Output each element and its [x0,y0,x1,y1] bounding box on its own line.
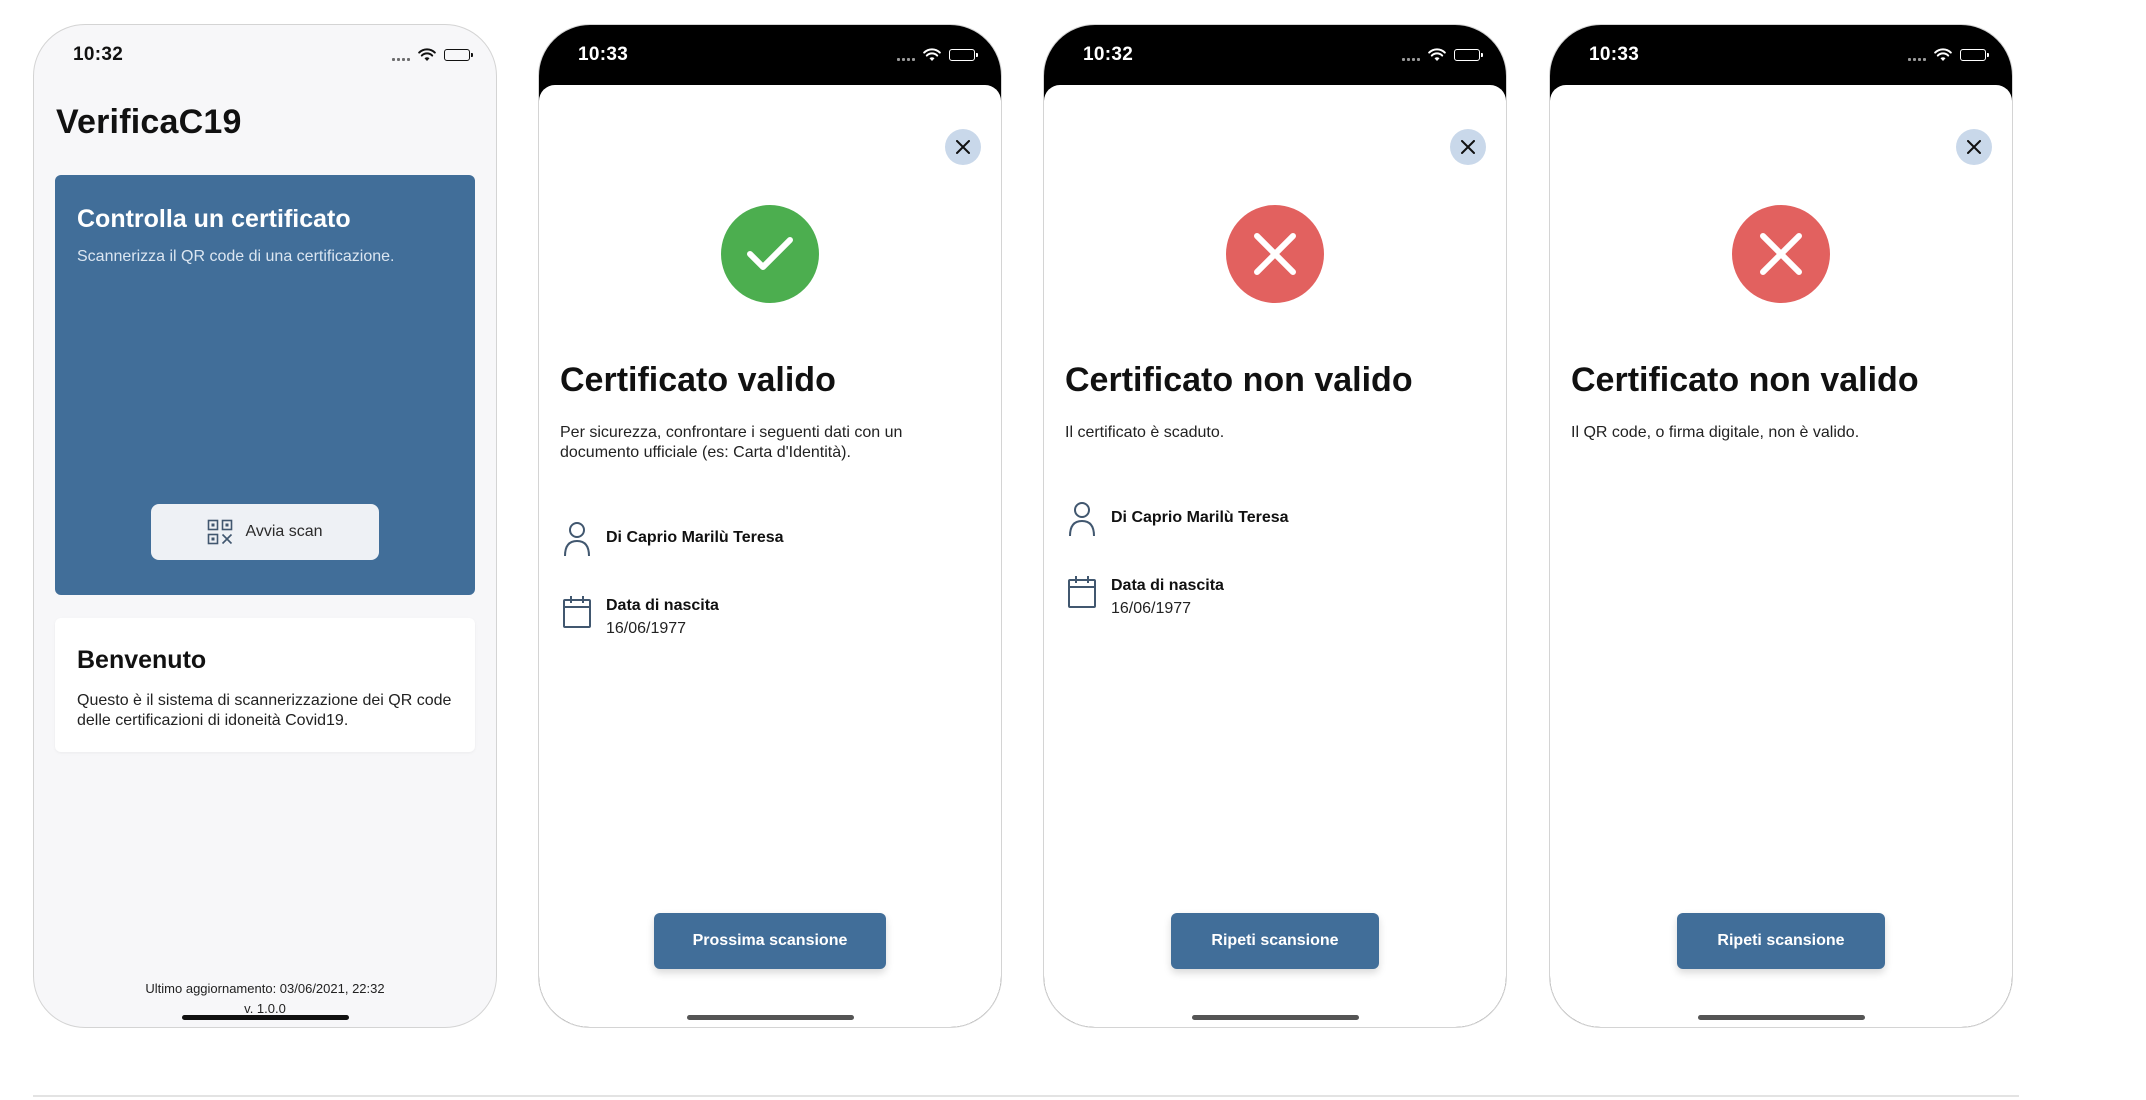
result-description: Il certificato è scaduto. [1065,424,1225,441]
scan-certificate-card: Controlla un certificato Scannerizza il … [55,175,475,595]
welcome-text: Questo è il sistema di scannerizzazione … [77,692,452,729]
qr-code-icon [208,519,233,545]
result-sheet: Certificato valido Per sicurezza, confro… [539,85,1001,1027]
battery-icon [949,49,978,61]
cross-icon [1254,233,1296,275]
status-icons [897,48,978,62]
result-description: Il QR code, o firma digitale, non è vali… [1571,424,1860,441]
status-time: 10:33 [578,44,629,65]
birth-date-label: Data di nascita [606,597,719,614]
status-bar: 10:32 [34,25,496,85]
status-icons [1402,48,1483,62]
next-scan-button[interactable]: Prossima scansione [654,913,886,969]
home-indicator[interactable] [182,1015,349,1020]
home-indicator[interactable] [1192,1015,1359,1020]
home-indicator[interactable] [1698,1015,1865,1020]
version-text: v. 1.0.0 [244,1001,286,1016]
status-bar: 10:33 [1550,25,2012,85]
invalid-status-badge [1226,205,1324,303]
close-icon [1461,140,1475,154]
status-time: 10:33 [1589,44,1640,65]
valid-status-badge [721,205,819,303]
result-sheet: Certificato non valido Il QR code, o fir… [1550,85,2012,1027]
wifi-icon [1428,48,1446,61]
last-update-text: Ultimo aggiornamento: 03/06/2021, 22:32 [145,981,385,996]
birth-date-row: Data di nascita 16/06/1977 [1065,575,1224,621]
invalid-signature-screen: 10:33 Certificato non valido Il QR code,… [1549,24,2013,1028]
status-icons [392,48,473,62]
battery-icon [444,49,473,61]
home-screen: 10:32 VerificaC19 Controlla un certifica… [33,24,497,1028]
holder-name-row: Di Caprio Marilù Teresa [560,521,784,557]
signal-icon [1908,49,1926,61]
signal-icon [1402,49,1420,61]
home-indicator[interactable] [687,1015,854,1020]
close-icon [1967,140,1981,154]
birth-date-value: 16/06/1977 [606,620,687,637]
calendar-icon [1068,576,1096,608]
status-time: 10:32 [73,44,124,65]
battery-icon [1960,49,1989,61]
close-button[interactable] [1450,129,1486,165]
wifi-icon [418,48,436,61]
result-title: Certificato non valido [1571,361,1919,399]
status-time: 10:32 [1083,44,1134,65]
status-bar: 10:33 [539,25,1001,85]
welcome-title: Benvenuto [77,646,207,674]
repeat-scan-button[interactable]: Ripeti scansione [1171,913,1379,969]
birth-date-row: Data di nascita 16/06/1977 [560,595,719,641]
signal-icon [392,49,410,61]
expired-certificate-screen: 10:32 Certificato non valido Il certific… [1043,24,1507,1028]
app-title: VerificaC19 [56,103,242,141]
result-sheet: Certificato non valido Il certificato è … [1044,85,1506,1027]
person-icon [1069,502,1095,537]
screenshots-gallery: 10:32 VerificaC19 Controlla un certifica… [0,0,2146,1100]
valid-certificate-screen: 10:33 Certificato valido Per sicurezza, … [538,24,1002,1028]
result-description: Per sicurezza, confrontare i seguenti da… [560,424,903,461]
person-icon [564,522,590,557]
scan-card-subtitle: Scannerizza il QR code di una certificaz… [77,248,395,265]
calendar-icon [563,596,591,628]
result-title: Certificato valido [560,361,836,399]
divider [33,1095,2019,1097]
holder-name: Di Caprio Marilù Teresa [1111,509,1289,526]
close-button[interactable] [945,129,981,165]
close-button[interactable] [1956,129,1992,165]
status-icons [1908,48,1989,62]
welcome-card: Benvenuto Questo è il sistema di scanner… [55,618,475,752]
start-scan-label: Avvia scan [245,523,323,540]
invalid-status-badge [1732,205,1830,303]
wifi-icon [923,48,941,61]
birth-date-value: 16/06/1977 [1111,600,1192,617]
birth-date-label: Data di nascita [1111,577,1224,594]
battery-icon [1454,49,1483,61]
scan-card-title: Controlla un certificato [77,205,351,233]
holder-name: Di Caprio Marilù Teresa [606,529,784,546]
holder-name-row: Di Caprio Marilù Teresa [1065,501,1289,537]
signal-icon [897,49,915,61]
start-scan-button[interactable]: Avvia scan [151,504,379,560]
result-title: Certificato non valido [1065,361,1413,399]
wifi-icon [1934,48,1952,61]
checkmark-icon [747,237,793,270]
status-bar: 10:32 [1044,25,1506,85]
repeat-scan-button[interactable]: Ripeti scansione [1677,913,1885,969]
close-icon [956,140,970,154]
cross-icon [1760,233,1802,275]
